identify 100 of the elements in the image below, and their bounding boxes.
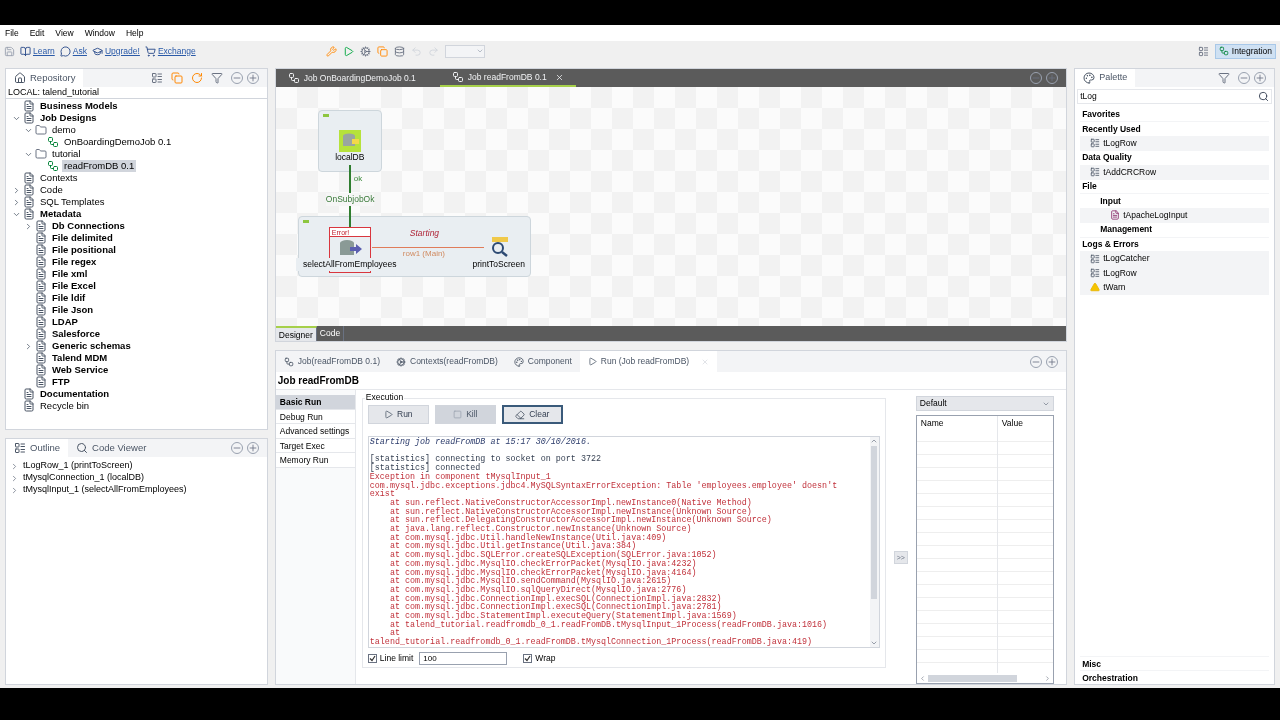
save-icon[interactable]	[4, 45, 15, 57]
context-dropdown[interactable]: Default	[915, 396, 1054, 411]
tree-item[interactable]: Job Designs	[38, 112, 99, 124]
view-tab[interactable]: Job(readFromDB 0.1)	[275, 351, 388, 372]
tree-item[interactable]: Recycle bin	[38, 400, 92, 412]
node-icon	[35, 244, 47, 256]
column-header[interactable]: Value	[997, 416, 1053, 431]
scroll-left-icon[interactable]	[918, 674, 926, 682]
perspective-icon[interactable]	[1197, 45, 1209, 57]
scroll-up-icon[interactable]	[870, 437, 879, 445]
view-tab[interactable]: Run (Job readFromDB)	[579, 351, 718, 372]
tree-item[interactable]: FTP	[50, 376, 72, 388]
collapse-icon[interactable]	[150, 72, 163, 84]
tree-item[interactable]: Metadata	[38, 208, 84, 220]
tree-item[interactable]: File Json	[50, 304, 96, 316]
console-line: at sun.reflect.NativeConstructorAccessorImpl.newInstance(Unknown Source)	[388, 507, 752, 517]
toolbar-link[interactable]: Learn	[33, 44, 55, 58]
node-icon	[35, 376, 47, 388]
palette-category[interactable]: Recently Used	[1080, 122, 1269, 137]
outline-item[interactable]: tMysqlInput_1 (selectAllFromEmployees)	[23, 483, 187, 497]
menu-item[interactable]: Edit	[29, 26, 45, 40]
tree-item[interactable]: Generic schemas	[50, 340, 133, 352]
palette-category[interactable]: Management	[1080, 223, 1269, 238]
filter-icon[interactable]	[1218, 72, 1230, 84]
palette-category[interactable]: Data Quality	[1080, 151, 1269, 166]
view-tab[interactable]: Component	[505, 351, 580, 372]
tree-item[interactable]: File delimited	[50, 232, 115, 244]
toolbar-link[interactable]: Upgrade!	[104, 44, 140, 58]
editor-tab[interactable]: Job OnBoardingDemoJob 0.1	[275, 69, 428, 87]
palette-item[interactable]: tLogRow	[1080, 266, 1269, 281]
action-button[interactable]: Clear	[501, 405, 563, 424]
toolbar-link[interactable]: Exchange	[157, 44, 196, 58]
menu-item[interactable]: File	[5, 26, 19, 40]
link-label: ok	[353, 173, 363, 185]
repository-tab[interactable]: Repository	[6, 69, 84, 87]
tree-item[interactable]: readFromDB 0.1	[62, 160, 137, 172]
line-limit-field[interactable]: 100	[419, 651, 508, 665]
redo-icon[interactable]	[427, 45, 439, 57]
filter-icon[interactable]	[210, 72, 223, 84]
menu-item[interactable]: Window	[84, 26, 115, 40]
perspective-button[interactable]: Integration	[1214, 43, 1276, 59]
search-field[interactable]: tLog	[1077, 89, 1272, 104]
menu-item[interactable]: View	[55, 26, 74, 40]
palette-category[interactable]: Misc	[1080, 656, 1269, 670]
tree-item[interactable]: Web Service	[50, 364, 111, 376]
tree-item[interactable]: SQL Templates	[38, 196, 107, 208]
toolbar-link[interactable]: Ask	[72, 44, 87, 58]
zoom-dropdown[interactable]	[444, 44, 485, 58]
scroll-down-icon[interactable]	[870, 639, 879, 647]
tree-item[interactable]: Contexts	[38, 172, 80, 184]
panel-tab[interactable]: Outline	[6, 439, 69, 457]
checkbox[interactable]	[367, 653, 377, 663]
database-icon[interactable]	[393, 45, 405, 57]
tree-item[interactable]: Talend MDM	[50, 352, 110, 364]
console-line: at com.mysql.jdbc.StatementImpl.executeQuery(StatementImpl.java:1569)	[388, 612, 737, 621]
component-node[interactable]	[338, 130, 361, 152]
nav-item[interactable]: Advanced settings	[275, 424, 355, 439]
close-icon[interactable]	[554, 72, 564, 82]
palette-category[interactable]: Favorites	[1080, 108, 1269, 123]
refresh-icon[interactable]	[190, 72, 203, 84]
tree-item[interactable]: Salesforce	[50, 328, 103, 340]
checkbox[interactable]	[523, 653, 533, 663]
tree-item[interactable]: demo	[50, 124, 78, 136]
view-tab[interactable]: Code	[316, 326, 345, 341]
nav-item[interactable]: Basic Run	[275, 395, 355, 410]
tree-item[interactable]: Code	[38, 184, 65, 196]
collapse-toggle-icon[interactable]	[302, 220, 309, 223]
collapse-toggle-icon[interactable]	[322, 114, 329, 117]
context-icon	[396, 356, 406, 367]
palette-tab[interactable]: Palette	[1075, 69, 1136, 87]
run-icon[interactable]	[342, 45, 354, 57]
search-icon[interactable]	[1258, 91, 1269, 102]
maximize-icon[interactable]	[1254, 72, 1266, 84]
tree-item[interactable]: Documentation	[38, 388, 112, 400]
panel-tab[interactable]: Code Viewer	[68, 439, 155, 457]
link-icon[interactable]	[170, 72, 183, 84]
tree-item[interactable]: Business Models	[38, 100, 120, 112]
tree-item[interactable]: File xml	[50, 268, 90, 280]
view-tab[interactable]: Designer	[275, 326, 317, 341]
menu-item[interactable]: Help	[125, 26, 144, 40]
undo-icon[interactable]	[410, 45, 422, 57]
tree-item[interactable]: File ldif	[50, 292, 88, 304]
outline-item[interactable]: tLogRow_1 (printToScreen)	[23, 459, 133, 473]
tree-item[interactable]: LDAP	[50, 316, 80, 328]
nav-item[interactable]: Memory Run	[275, 453, 355, 468]
gear-icon[interactable]	[359, 45, 371, 57]
palette-category[interactable]: Orchestration	[1080, 670, 1269, 684]
tree-item[interactable]: File positional	[50, 244, 118, 256]
action-button[interactable]: Run	[367, 405, 429, 424]
scrollbar[interactable]	[869, 437, 879, 647]
tree-item[interactable]: OnBoardingDemoJob 0.1	[62, 136, 174, 148]
tree-item[interactable]: File regex	[50, 256, 99, 268]
outline-item[interactable]: tMysqlConnection_1 (localDB)	[23, 471, 145, 485]
tree-item[interactable]: tutorial	[50, 148, 83, 160]
tree-item[interactable]: Db Connections	[50, 220, 127, 232]
scroll-right-icon[interactable]	[1043, 674, 1051, 682]
wrench-icon[interactable]	[325, 45, 337, 57]
copy-icon[interactable]	[376, 45, 388, 57]
view-tab[interactable]: Contexts(readFromDB)	[388, 351, 506, 372]
tree-item[interactable]: File Excel	[50, 280, 98, 292]
